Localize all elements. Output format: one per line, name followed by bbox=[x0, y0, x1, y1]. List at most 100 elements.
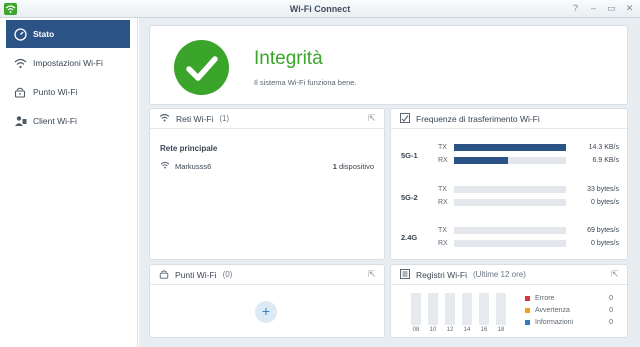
clients-icon bbox=[13, 114, 27, 128]
network-row[interactable]: Markusss6 1 dispositivo bbox=[160, 160, 374, 172]
rate-bar bbox=[454, 198, 566, 206]
transfer-row: RX 0 bytes/s bbox=[438, 238, 619, 248]
card-header: Reti Wi-Fi (1) ⇱ bbox=[150, 109, 384, 129]
band-label: 5G-1 bbox=[401, 151, 418, 160]
card-subtitle: (Ultime 12 ore) bbox=[473, 270, 526, 279]
checkmark-icon bbox=[174, 40, 229, 95]
legend-row-informazioni: Informazioni 0 bbox=[525, 318, 613, 327]
x-tick-label: 08 bbox=[412, 327, 420, 333]
card-title: Registri Wi-Fi bbox=[416, 269, 467, 280]
x-tick-label: 18 bbox=[497, 327, 505, 333]
rx-value: 0 bytes/s bbox=[590, 198, 619, 206]
log-list-icon bbox=[400, 268, 410, 281]
expand-icon[interactable]: ⇱ bbox=[368, 114, 377, 123]
legend-swatch bbox=[525, 320, 530, 325]
access-point-count: (0) bbox=[222, 270, 233, 279]
card-title: Frequenze di trasferimento Wi-Fi bbox=[416, 113, 540, 124]
sidebar-item-label: Punto Wi-Fi bbox=[33, 87, 78, 97]
network-name: Markusss6 bbox=[175, 161, 212, 171]
maximize-icon[interactable]: ▭ bbox=[607, 3, 616, 14]
transfer-row: TX 14.3 KB/s bbox=[438, 142, 619, 152]
log-bar bbox=[411, 293, 421, 325]
legend-value: 0 bbox=[609, 295, 613, 302]
wifi-networks-card: Reti Wi-Fi (1) ⇱ Rete principale Markuss… bbox=[149, 108, 385, 260]
band-label: 5G-2 bbox=[401, 193, 418, 202]
add-access-point-button[interactable]: + bbox=[255, 301, 277, 323]
legend-label: Avvertenza bbox=[535, 307, 570, 314]
card-header: Frequenze di trasferimento Wi-Fi bbox=[391, 109, 627, 129]
window-title: Wi-Fi Connect bbox=[289, 4, 351, 14]
log-bar bbox=[479, 293, 489, 325]
main-panel: Integrità Il sistema Wi-Fi funziona bene… bbox=[139, 18, 640, 347]
legend-value: 0 bbox=[609, 307, 613, 314]
sidebar-item-punto-wifi[interactable]: Punto Wi-Fi bbox=[6, 78, 130, 106]
x-tick-label: 16 bbox=[480, 327, 488, 333]
rate-bar-fill bbox=[454, 156, 508, 164]
log-bar bbox=[445, 293, 455, 325]
rx-label: RX bbox=[438, 198, 448, 206]
tx-value: 69 bytes/s bbox=[587, 226, 619, 234]
rate-bar bbox=[454, 156, 566, 164]
transfer-rates-card: Frequenze di trasferimento Wi-Fi 5G-1 TX… bbox=[390, 108, 628, 260]
network-count: (1) bbox=[219, 114, 230, 123]
rx-value: 0 bytes/s bbox=[590, 239, 619, 247]
device-count-suffix: dispositivo bbox=[336, 161, 374, 171]
tx-value: 14.3 KB/s bbox=[588, 143, 619, 151]
device-count: 1 dispositivo bbox=[333, 162, 374, 171]
transfer-row: TX 69 bytes/s bbox=[438, 225, 619, 235]
chart-check-icon bbox=[400, 112, 410, 125]
card-title: Reti Wi-Fi bbox=[176, 113, 214, 124]
tx-label: TX bbox=[438, 226, 447, 234]
expand-icon[interactable]: ⇱ bbox=[368, 270, 377, 279]
rate-bar bbox=[454, 185, 566, 193]
rx-label: RX bbox=[438, 239, 448, 247]
wifi-logs-card: Registri Wi-Fi (Ultime 12 ore) ⇱ 08 10 1… bbox=[390, 264, 628, 338]
band-label: 2.4G bbox=[401, 233, 418, 242]
sidebar-item-label: Stato bbox=[33, 29, 55, 39]
log-bar bbox=[428, 293, 438, 325]
wifi-icon bbox=[160, 161, 170, 171]
x-tick-label: 14 bbox=[463, 327, 471, 333]
tx-label: TX bbox=[438, 143, 447, 151]
status-title: Integrità bbox=[254, 48, 323, 69]
router-icon bbox=[159, 269, 169, 281]
legend-label: Errore bbox=[535, 295, 555, 302]
legend-row-avvertenza: Avvertenza 0 bbox=[525, 306, 613, 315]
status-card: Integrità Il sistema Wi-Fi funziona bene… bbox=[149, 25, 628, 105]
rate-bar bbox=[454, 239, 566, 247]
rx-label: RX bbox=[438, 156, 448, 164]
rate-bar bbox=[454, 143, 566, 151]
sidebar-item-stato[interactable]: Stato bbox=[6, 20, 130, 48]
gauge-icon bbox=[13, 27, 27, 41]
title-bar: Wi-Fi Connect ? – ▭ ✕ bbox=[0, 0, 640, 18]
network-group-heading: Rete principale bbox=[160, 144, 218, 153]
sidebar-item-label: Impostazioni Wi-Fi bbox=[33, 58, 103, 68]
sidebar-item-impostazioni-wifi[interactable]: Impostazioni Wi-Fi bbox=[6, 49, 130, 77]
rate-bar bbox=[454, 226, 566, 234]
tx-label: TX bbox=[438, 185, 447, 193]
tx-value: 33 bytes/s bbox=[587, 185, 619, 193]
access-points-card: Punti Wi-Fi (0) ⇱ + bbox=[149, 264, 385, 338]
transfer-row: TX 33 bytes/s bbox=[438, 184, 619, 194]
wifi-icon bbox=[13, 56, 27, 70]
minimize-icon[interactable]: – bbox=[589, 3, 598, 14]
legend-row-errore: Errore 0 bbox=[525, 294, 613, 303]
log-bar bbox=[462, 293, 472, 325]
card-header: Registri Wi-Fi (Ultime 12 ore) ⇱ bbox=[391, 265, 627, 285]
log-bar bbox=[496, 293, 506, 325]
sidebar: Stato Impostazioni Wi-Fi Punto Wi-Fi Cli… bbox=[0, 18, 138, 347]
sidebar-item-client-wifi[interactable]: Client Wi-Fi bbox=[6, 107, 130, 135]
legend-swatch bbox=[525, 308, 530, 313]
x-tick-label: 12 bbox=[446, 327, 454, 333]
expand-icon[interactable]: ⇱ bbox=[611, 270, 620, 279]
rate-bar-fill bbox=[454, 143, 566, 151]
legend-label: Informazioni bbox=[535, 319, 574, 326]
sidebar-item-label: Client Wi-Fi bbox=[33, 116, 77, 126]
x-tick-label: 10 bbox=[429, 327, 437, 333]
status-message: Il sistema Wi-Fi funziona bene. bbox=[254, 78, 357, 87]
close-icon[interactable]: ✕ bbox=[625, 3, 634, 14]
help-icon[interactable]: ? bbox=[571, 3, 580, 14]
legend-swatch bbox=[525, 296, 530, 301]
legend-value: 0 bbox=[609, 319, 613, 326]
card-title: Punti Wi-Fi bbox=[175, 269, 217, 280]
